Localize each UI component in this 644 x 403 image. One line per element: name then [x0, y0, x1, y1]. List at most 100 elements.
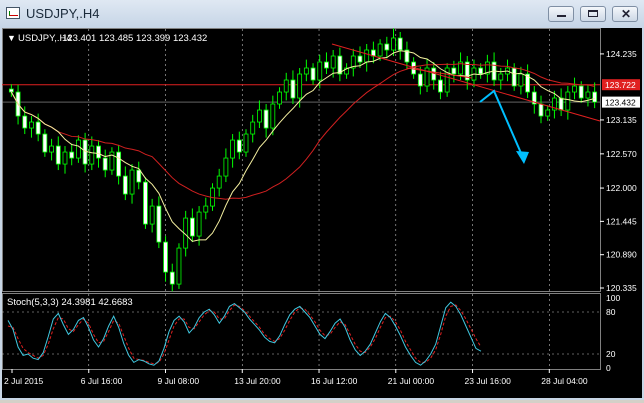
candle-body: [277, 91, 282, 105]
x-tick-label: 9 Jul 08:00: [158, 376, 200, 386]
candle-body: [565, 91, 571, 111]
candle-body: [585, 91, 591, 99]
price-marker-label: 123.722: [605, 80, 636, 90]
candle-body: [8, 88, 14, 93]
x-tick-label: 23 Jul 16:00: [465, 376, 512, 386]
chart-canvas[interactable]: 124.235 123.135 122.570 122.000 121.445 120.8…: [2, 28, 642, 398]
x-tick-label: 16 Jul 12:00: [311, 376, 358, 386]
chart-area[interactable]: 124.235 123.135 122.570 122.000 121.445 120.8…: [2, 28, 642, 398]
candle-body: [203, 205, 209, 213]
candle-body: [592, 91, 598, 103]
candle-body: [75, 139, 81, 159]
candle-body: [62, 151, 68, 165]
candle-body: [558, 97, 564, 111]
candle-body: [143, 181, 148, 225]
slow-moving-average: [10, 63, 595, 200]
candle-body: [572, 85, 577, 93]
x-tick-label: 28 Jul 04:00: [541, 376, 588, 386]
candle-body: [324, 61, 329, 69]
candle-body: [545, 109, 551, 117]
candle-body: [297, 73, 303, 99]
candle-body: [270, 103, 276, 129]
candle-body: [122, 175, 128, 195]
candle-body: [417, 73, 423, 87]
stoch-main-line: [7, 301, 482, 366]
candle-body: [283, 79, 289, 93]
y-tick-label: 120.335: [606, 283, 637, 293]
candle-body: [518, 73, 524, 87]
ohlc-readout: 123.401 123.485 123.399 123.432: [62, 33, 207, 44]
y-tick-label: 123.135: [606, 115, 637, 125]
candle-body: [136, 169, 142, 183]
maximize-icon: [588, 10, 598, 17]
candle-body: [263, 109, 269, 129]
candle-body: [216, 175, 222, 189]
chart-window-icon: [6, 7, 20, 19]
stochastic-label: Stoch(5,3,3) 24.3981 42.6683: [7, 297, 133, 308]
candle-body: [498, 73, 504, 81]
y-tick-label: 122.570: [606, 149, 637, 159]
candle-body: [96, 145, 101, 159]
candle-body: [578, 85, 584, 99]
candle-body: [391, 37, 396, 51]
close-button[interactable]: ✕: [612, 6, 638, 22]
candle-body: [538, 103, 544, 117]
candle-body: [384, 43, 390, 51]
candle-body: [29, 121, 34, 129]
candle-body: [397, 37, 403, 51]
candle-body: [357, 55, 363, 63]
x-tick-label: 13 Jul 20:00: [234, 376, 281, 386]
stoch-y-tick-label: 20: [606, 349, 616, 359]
forecast-arrow-line: [479, 89, 525, 161]
candle-body: [35, 121, 41, 135]
chart-symbol-arrow: ▼: [7, 33, 16, 43]
minimize-icon: [557, 15, 566, 17]
candle-body: [176, 247, 182, 285]
stoch-y-tick-label: 80: [606, 307, 616, 317]
candle-body: [49, 145, 54, 153]
x-tick-label: 6 Jul 16:00: [81, 376, 123, 386]
candle-body: [163, 241, 168, 273]
candle-body: [330, 55, 336, 69]
forecast-arrow-head: [516, 151, 529, 164]
y-tick-label: 122.000: [606, 183, 637, 193]
candle-body: [377, 43, 383, 57]
candle-body: [169, 271, 175, 285]
candle-body: [156, 205, 162, 243]
candle-body: [196, 211, 202, 237]
candle-body: [89, 145, 95, 165]
candle-body: [129, 169, 135, 195]
candle-body: [310, 67, 316, 81]
candle-body: [230, 139, 236, 159]
candle-body: [511, 67, 517, 87]
candle-body: [69, 151, 75, 159]
candle-body: [317, 61, 323, 81]
y-tick-label: 121.445: [606, 216, 637, 226]
candle-body: [149, 205, 155, 225]
x-tick-label: 21 Jul 00:00: [388, 376, 435, 386]
window-title: USDJPY,.H4: [26, 6, 100, 21]
candle-body: [478, 67, 484, 75]
candle-body: [22, 115, 28, 129]
price-pane: 124.235 123.135 122.570 122.000 121.445 120.8…: [2, 28, 640, 293]
stoch-y-tick-label: 0: [606, 363, 611, 373]
candle-body: [116, 151, 122, 177]
candle-body: [257, 109, 262, 123]
candle-body: [438, 79, 443, 93]
stoch-y-tick-label: 100: [606, 293, 620, 303]
candle-body: [290, 79, 296, 99]
maximize-button[interactable]: [580, 6, 606, 22]
candle-body: [250, 121, 256, 135]
title-bar[interactable]: USDJPY,.H4 ✕: [0, 0, 644, 28]
candle-body: [102, 157, 108, 171]
minimize-button[interactable]: [548, 6, 574, 22]
candle-body: [243, 133, 249, 153]
candle-body: [364, 49, 370, 63]
candle-body: [303, 67, 309, 75]
candle-body: [236, 139, 242, 153]
chart-window: USDJPY,.H4 ✕ 124.235 123.135 122.570 122.00…: [0, 0, 644, 400]
candle-body: [451, 67, 457, 75]
candle-body: [189, 217, 195, 237]
price-marker-label: 123.432: [605, 98, 636, 108]
candle-body: [55, 145, 61, 165]
